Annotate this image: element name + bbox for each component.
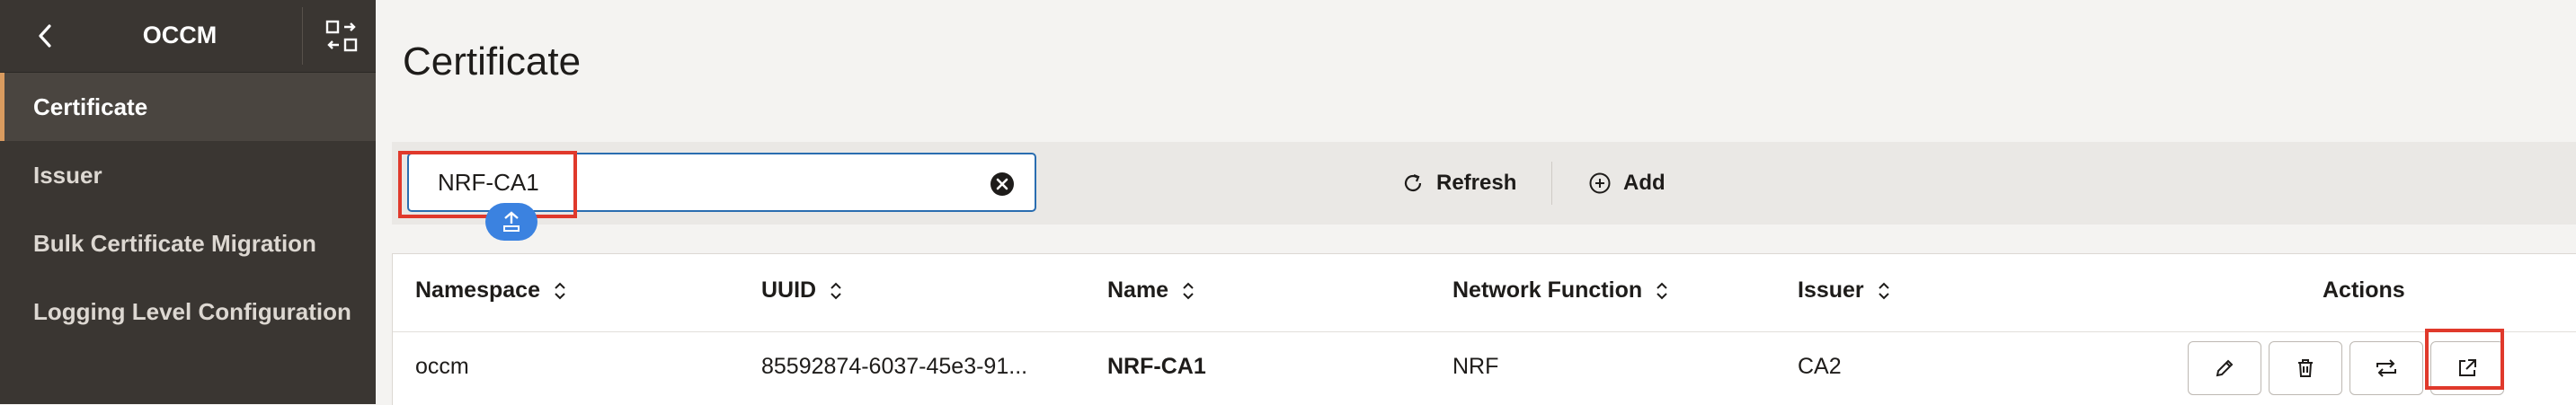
sort-icon	[1183, 282, 1194, 299]
trash-icon	[2298, 359, 2313, 377]
renew-icon	[2376, 359, 2396, 377]
search-highlight-box	[398, 151, 577, 218]
sort-icon	[555, 282, 565, 299]
column-label: UUID	[761, 277, 817, 303]
certificate-table: Namespace UUID Name Network Function Iss…	[392, 253, 2576, 405]
cell-network-function: NRF	[1452, 354, 1499, 379]
toolbar-divider	[1551, 162, 1552, 205]
header-divider	[302, 7, 303, 65]
add-button[interactable]: Add	[1587, 162, 1666, 205]
add-label: Add	[1623, 171, 1666, 195]
collapse-panel-icon	[325, 20, 358, 52]
main-content: Certificate Refresh Add	[376, 0, 2576, 405]
renew-button[interactable]	[2349, 341, 2423, 395]
column-header-issuer[interactable]: Issuer	[1798, 277, 1891, 304]
collapse-sidebar-button[interactable]	[322, 16, 361, 56]
add-circle-icon	[1589, 172, 1611, 194]
chevron-left-icon	[39, 24, 51, 48]
cell-namespace: occm	[415, 354, 469, 379]
column-header-name[interactable]: Name	[1107, 277, 1195, 304]
app-title: OCCM	[142, 22, 218, 48]
refresh-button[interactable]: Refresh	[1400, 162, 1516, 205]
cell-uuid: 85592874-6037-45e3-91...	[761, 354, 1028, 379]
column-header-uuid[interactable]: UUID	[761, 277, 843, 304]
sort-icon	[831, 282, 841, 299]
delete-button[interactable]	[2269, 341, 2342, 395]
column-header-actions: Actions	[2323, 277, 2405, 303]
upload-icon	[503, 211, 520, 232]
clear-x-icon[interactable]	[990, 172, 1015, 197]
sidebar: OCCM Certificate Issuer Bulk Certificate…	[0, 0, 376, 404]
sort-icon	[1878, 282, 1889, 299]
sidebar-item-issuer[interactable]: Issuer	[0, 141, 376, 209]
column-label: Name	[1107, 277, 1169, 303]
column-label: Network Function	[1452, 277, 1643, 303]
page-title: Certificate	[403, 40, 582, 84]
action-highlight-box	[2425, 329, 2504, 390]
sidebar-item-bulk-certificate-migration[interactable]: Bulk Certificate Migration	[0, 209, 376, 277]
edit-button[interactable]	[2188, 341, 2261, 395]
sidebar-header: OCCM	[0, 0, 376, 73]
back-button[interactable]	[27, 18, 63, 54]
refresh-label: Refresh	[1436, 171, 1517, 195]
drag-handle[interactable]	[485, 203, 537, 241]
refresh-icon	[1404, 173, 1422, 192]
sidebar-item-certificate[interactable]: Certificate	[0, 73, 376, 141]
table-header: Namespace UUID Name Network Function Iss…	[393, 254, 2576, 332]
column-label: Issuer	[1798, 277, 1864, 303]
toolbar: Refresh Add	[392, 142, 2576, 225]
column-header-network-function[interactable]: Network Function	[1452, 277, 1669, 304]
table-row[interactable]: occm 85592874-6037-45e3-91... NRF-CA1 NR…	[393, 332, 2576, 404]
cell-issuer: CA2	[1798, 354, 1842, 379]
sidebar-item-logging-level-configuration[interactable]: Logging Level Configuration	[0, 277, 376, 346]
cell-name: NRF-CA1	[1107, 354, 1206, 379]
sort-icon	[1657, 282, 1667, 299]
column-header-namespace[interactable]: Namespace	[415, 277, 567, 304]
pencil-icon	[2216, 359, 2234, 377]
column-label: Namespace	[415, 277, 540, 303]
